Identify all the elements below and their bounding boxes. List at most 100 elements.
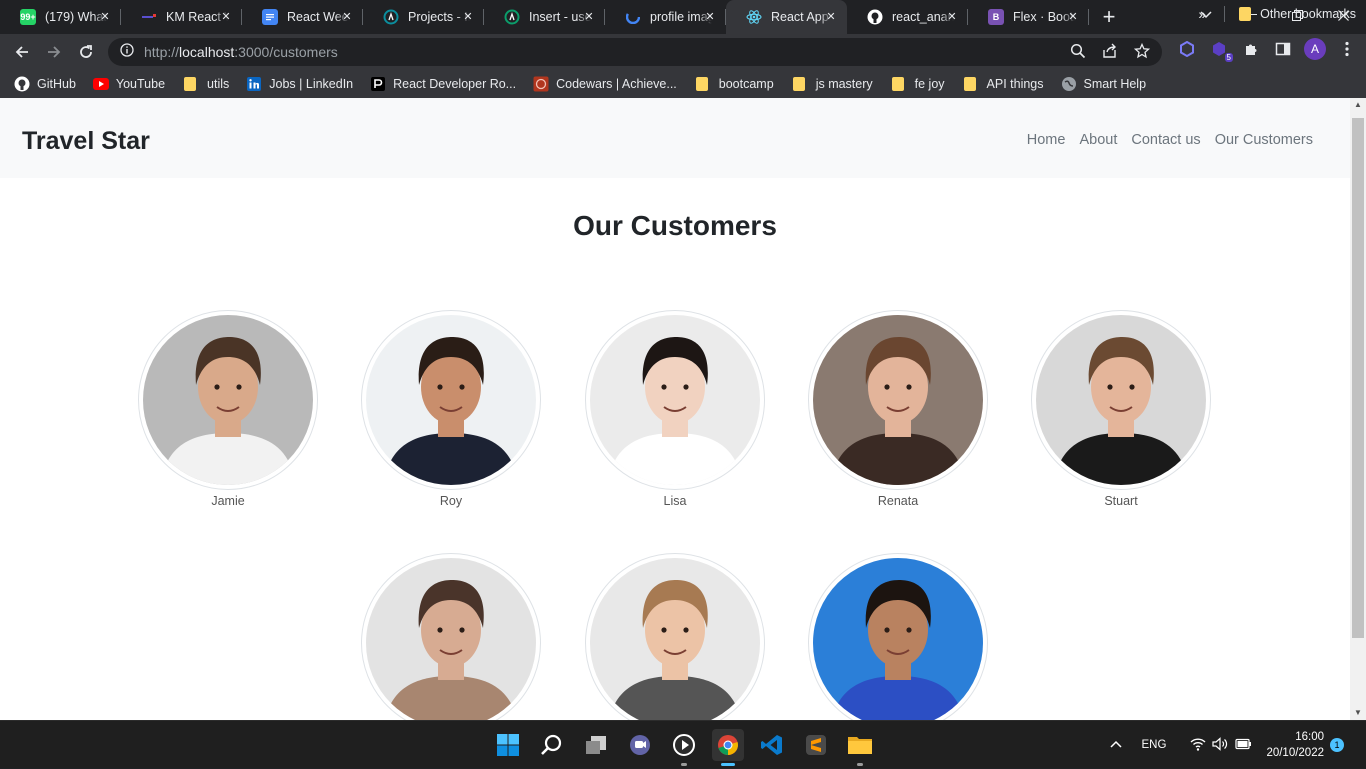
bookmark-item[interactable]: utils <box>182 77 229 91</box>
km-icon <box>141 9 157 25</box>
customer-photo <box>585 310 765 490</box>
customer-photo <box>808 553 988 720</box>
sublime-text-icon[interactable] <box>800 729 832 761</box>
task-view-icon[interactable] <box>580 729 612 761</box>
bookmark-label: Smart Help <box>1083 77 1147 91</box>
bookmark-item[interactable]: fe joy <box>890 77 945 91</box>
browser-tab[interactable]: react_anandi✕ <box>847 0 968 34</box>
vscode-icon[interactable] <box>756 729 788 761</box>
reload-button[interactable] <box>70 36 102 68</box>
battery-icon[interactable] <box>1234 738 1252 753</box>
clock[interactable]: 16:00 20/10/2022 <box>1266 729 1324 761</box>
folder-icon <box>695 77 708 91</box>
extension-count-badge: 5 <box>1224 53 1233 62</box>
address-bar[interactable]: http://localhost:3000/customers <box>108 38 1162 66</box>
linkedin-icon <box>246 76 262 92</box>
browser-tab[interactable]: profile images✕ <box>605 0 726 34</box>
extension-badge-icon[interactable]: 5 <box>1208 38 1233 62</box>
page-scrollbar[interactable]: ▲ ▼ <box>1350 98 1366 720</box>
scroll-up-arrow[interactable]: ▲ <box>1353 100 1363 110</box>
site-nav-links: Home About Contact us Our Customers <box>1020 132 1320 148</box>
running-indicator <box>857 763 863 766</box>
bookmark-item[interactable]: API things <box>962 77 1044 91</box>
insert-icon <box>383 9 399 25</box>
close-tab-icon[interactable]: ✕ <box>823 9 839 25</box>
forward-button[interactable] <box>38 36 70 68</box>
notification-badge[interactable]: 1 <box>1330 738 1344 752</box>
extensions-puzzle-icon[interactable] <box>1240 38 1262 60</box>
share-icon[interactable] <box>1102 43 1118 64</box>
bookmark-star-icon[interactable] <box>1133 42 1151 64</box>
bookmark-item[interactable]: GitHub <box>14 76 76 92</box>
browser-tab[interactable]: BFlex · Bootstrap✕ <box>968 0 1089 34</box>
teams-chat-icon[interactable] <box>624 729 656 761</box>
bookmark-item[interactable]: js mastery <box>791 77 873 91</box>
folder-icon <box>891 77 904 91</box>
nav-link-customers[interactable]: Our Customers <box>1208 132 1320 148</box>
bookmark-label: Jobs | LinkedIn <box>269 77 354 91</box>
profile-avatar[interactable]: A <box>1304 38 1326 60</box>
customer-photo-image <box>1036 315 1206 485</box>
scroll-down-arrow[interactable]: ▼ <box>1353 708 1363 718</box>
close-tab-icon[interactable]: ✕ <box>581 9 597 25</box>
browser-tab[interactable]: React App ✕ <box>726 0 847 34</box>
file-explorer-icon[interactable] <box>844 729 876 766</box>
close-tab-icon[interactable]: ✕ <box>460 9 476 25</box>
folder-icon <box>963 77 976 91</box>
whatsapp-icon: 99+ <box>20 9 36 25</box>
windows-taskbar: ENG 16:00 20/10/2022 1 <box>0 720 1366 768</box>
close-tab-icon[interactable]: ✕ <box>97 9 113 25</box>
language-indicator[interactable]: ENG <box>1142 739 1167 751</box>
bookmark-item[interactable]: React Developer Ro... <box>370 76 516 92</box>
extension-hexagon-icon[interactable] <box>1176 38 1198 60</box>
chrome-icon[interactable] <box>712 729 744 766</box>
new-tab-button[interactable]: + <box>1089 0 1129 34</box>
tab-strip: 99+(179) WhatsApp✕KM React Week✕React We… <box>0 0 1366 34</box>
site-info-icon[interactable] <box>120 42 134 62</box>
taskbar-search-icon[interactable] <box>536 729 568 761</box>
bookmark-item[interactable]: Jobs | LinkedIn <box>246 76 353 92</box>
nav-link-about[interactable]: About <box>1072 132 1124 148</box>
customer-photo <box>585 553 765 720</box>
url-text[interactable]: http://localhost:3000/customers <box>144 44 338 60</box>
close-tab-icon[interactable]: ✕ <box>218 9 234 25</box>
nav-link-contact[interactable]: Contact us <box>1124 132 1207 148</box>
bookmark-item[interactable]: YouTube <box>92 76 165 92</box>
tray-overflow-icon[interactable] <box>1109 739 1122 751</box>
close-tab-icon[interactable]: ✕ <box>339 9 355 25</box>
customer-photo <box>361 553 541 720</box>
wifi-icon[interactable] <box>1190 737 1206 754</box>
customer-photo-image <box>590 315 760 485</box>
media-player-icon[interactable] <box>668 729 700 766</box>
bookmark-item[interactable]: Codewars | Achieve... <box>533 76 677 92</box>
bookmarks-overflow-button[interactable]: » <box>1198 6 1206 22</box>
scrollbar-thumb[interactable] <box>1352 118 1364 638</box>
bookmarks-bar: GitHub YouTube utils Jobs | LinkedIn React D… <box>0 70 1366 98</box>
browser-tab[interactable]: Insert - useState✕ <box>484 0 605 34</box>
browser-tab[interactable]: 99+(179) WhatsApp✕ <box>0 0 121 34</box>
customer-photo <box>361 310 541 490</box>
close-tab-icon[interactable]: ✕ <box>1065 9 1081 25</box>
bookmark-item[interactable]: Smart Help <box>1061 76 1147 92</box>
close-tab-icon[interactable]: ✕ <box>944 9 960 25</box>
zoom-icon[interactable] <box>1070 43 1086 64</box>
customer-card: Roy <box>361 310 541 508</box>
bookmarks-right: » Other bookmarks <box>1198 6 1356 22</box>
site-brand[interactable]: Travel Star <box>22 127 150 156</box>
customer-photo-image <box>143 315 313 485</box>
youtube-icon <box>92 76 109 92</box>
side-panel-icon[interactable] <box>1272 38 1294 60</box>
browser-tab[interactable]: KM React Week✕ <box>121 0 242 34</box>
menu-kebab-icon[interactable] <box>1336 38 1358 60</box>
other-bookmarks-link[interactable]: Other bookmarks <box>1260 7 1356 21</box>
browser-tab[interactable]: React Week Docs✕ <box>242 0 363 34</box>
windows-start-icon[interactable] <box>492 729 524 761</box>
volume-icon[interactable] <box>1212 736 1228 754</box>
nav-link-home[interactable]: Home <box>1020 132 1073 148</box>
site-navbar: Travel Star Home About Contact us Our Cu… <box>0 98 1350 178</box>
browser-tab[interactable]: Projects - Insert✕ <box>363 0 484 34</box>
back-button[interactable] <box>6 36 38 68</box>
close-tab-icon[interactable]: ✕ <box>702 9 718 25</box>
bookmark-label: utils <box>207 77 230 91</box>
bookmark-item[interactable]: bootcamp <box>694 77 774 91</box>
